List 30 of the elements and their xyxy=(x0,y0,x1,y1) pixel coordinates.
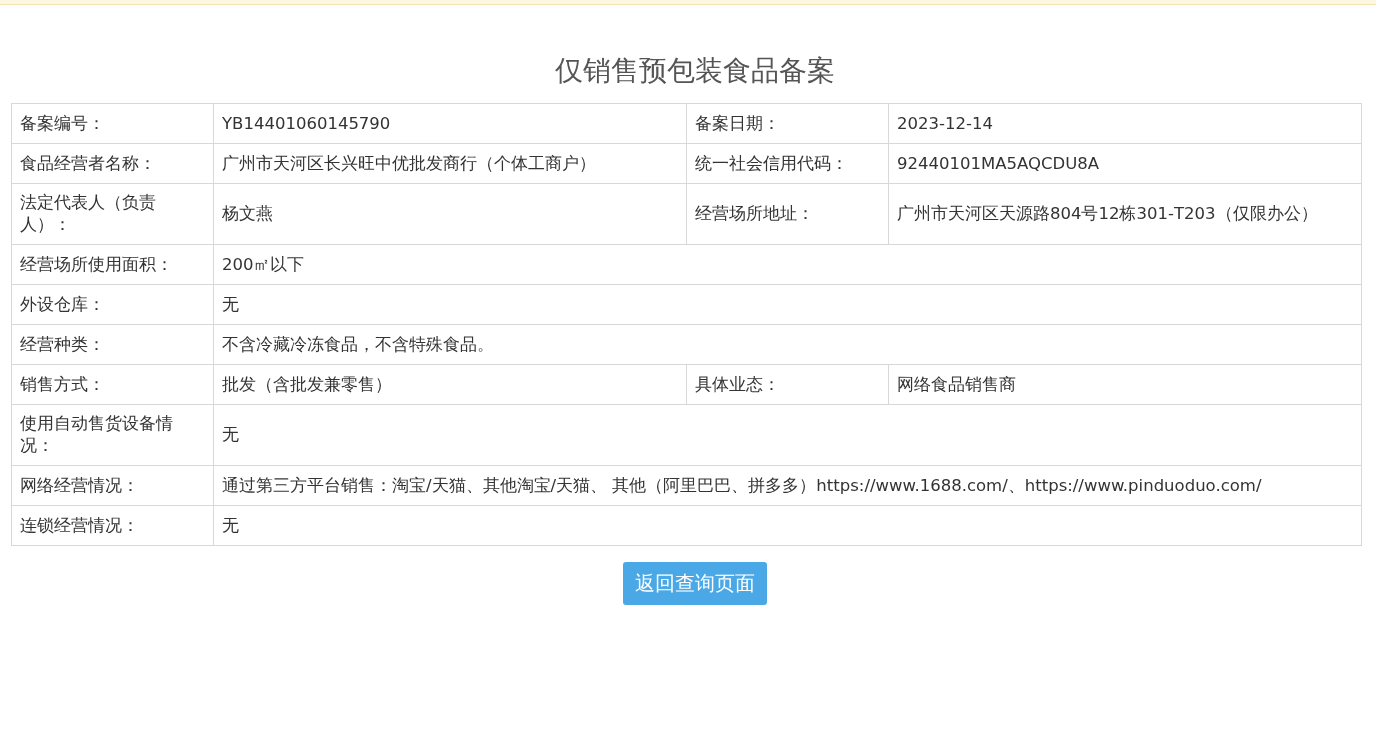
field-label: 网络经营情况： xyxy=(11,465,214,506)
field-label: 法定代表人（负责人）： xyxy=(11,183,214,245)
field-value: 不含冷藏冷冻食品，不含特殊食品。 xyxy=(213,324,1362,365)
back-to-search-button[interactable]: 返回查询页面 xyxy=(622,562,767,605)
field-value: 无 xyxy=(213,404,1362,466)
field-value: 2023-12-14 xyxy=(888,103,1362,144)
field-label: 外设仓库： xyxy=(11,284,214,325)
field-value: 无 xyxy=(213,284,1362,325)
field-label: 具体业态： xyxy=(686,364,889,405)
field-value: 杨文燕 xyxy=(213,183,687,245)
field-value: 批发（含批发兼零售） xyxy=(213,364,687,405)
field-label: 连锁经营情况： xyxy=(11,505,214,546)
field-label: 经营场所地址： xyxy=(686,183,889,245)
field-value: 网络食品销售商 xyxy=(888,364,1362,405)
field-label: 食品经营者名称： xyxy=(11,143,214,184)
field-label: 使用自动售货设备情况： xyxy=(11,404,214,466)
field-value: 92440101MA5AQCDU8A xyxy=(888,143,1362,184)
field-label: 经营种类： xyxy=(11,324,214,365)
field-value: 广州市天河区长兴旺中优批发商行（个体工商户） xyxy=(213,143,687,184)
page-title: 仅销售预包装食品备案 xyxy=(553,53,836,89)
field-label: 统一社会信用代码： xyxy=(686,143,889,184)
field-label: 经营场所使用面积： xyxy=(11,244,214,285)
field-value: 无 xyxy=(213,505,1362,546)
field-label: 备案编号： xyxy=(11,103,214,144)
field-label: 销售方式： xyxy=(11,364,214,405)
field-value: 广州市天河区天源路804号12栋301-T203（仅限办公） xyxy=(888,183,1362,245)
field-value: 通过第三方平台销售：淘宝/天猫、其他淘宝/天猫、 其他（阿里巴巴、拼多多）https://www.1688.com/、https://www.pinduoduo.com/ xyxy=(213,465,1362,506)
field-label: 备案日期： xyxy=(686,103,889,144)
field-value: YB14401060145790 xyxy=(213,103,687,144)
field-value: 200㎡以下 xyxy=(213,244,1362,285)
